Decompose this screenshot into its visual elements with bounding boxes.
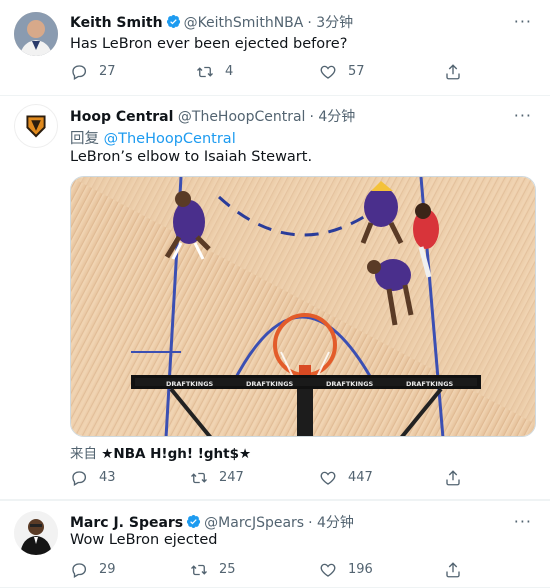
share-icon	[446, 470, 460, 486]
verified-badge-icon	[166, 14, 180, 29]
more-icon[interactable]: ···	[514, 106, 532, 125]
tweet-text: Has LeBron ever been ejected before?	[70, 36, 348, 52]
like-button[interactable]: 57	[319, 63, 365, 81]
display-name[interactable]: Keith Smith	[70, 15, 163, 31]
reply-button[interactable]: 43	[70, 469, 116, 487]
tweet-text: Wow LeBron ejected	[70, 532, 218, 548]
like-count: 447	[348, 470, 373, 485]
timestamp[interactable]: · 3分钟	[307, 15, 353, 31]
timestamp[interactable]: · 4分钟	[309, 109, 355, 125]
retweet-icon	[197, 66, 213, 78]
verified-badge-icon	[187, 514, 201, 529]
avatar-keith-smith[interactable]	[14, 12, 58, 56]
more-icon[interactable]: ···	[514, 512, 532, 531]
tweet-marc-spears[interactable]: Marc J. Spears @MarcJSpears · 4分钟 ··· Wow …	[0, 500, 550, 588]
action-bar: 27 4 57	[70, 63, 480, 83]
avatar-image	[14, 511, 58, 555]
handle[interactable]: @MarcJSpears	[204, 515, 304, 531]
reply-icon	[72, 563, 87, 578]
like-button[interactable]: 196	[319, 561, 373, 579]
display-name[interactable]: Marc J. Spears	[70, 515, 183, 531]
retweet-icon	[191, 472, 207, 484]
tweet-keith-smith[interactable]: Keith Smith @KeithSmithNBA · 3分钟 ··· Has L…	[0, 0, 550, 96]
reply-count: 29	[99, 562, 116, 577]
via-prefix: 来自	[70, 446, 97, 462]
avatar-image	[14, 12, 58, 56]
retweet-button[interactable]: 247	[190, 469, 244, 487]
reply-button[interactable]: 29	[70, 561, 116, 579]
retweet-button[interactable]: 25	[190, 561, 236, 579]
reply-handle-link[interactable]: @TheHoopCentral	[104, 131, 236, 147]
heart-icon	[320, 471, 336, 485]
avatar-marc-spears[interactable]	[14, 511, 58, 555]
basketball-court-image: DRAFTKINGS DRAFTKINGS DRAFTKINGS DRAFTKI…	[71, 177, 535, 436]
tweet-header: Keith Smith @KeithSmithNBA · 3分钟	[70, 12, 353, 32]
handle[interactable]: @KeithSmithNBA	[184, 15, 304, 31]
display-name[interactable]: Hoop Central	[70, 109, 173, 125]
share-icon	[446, 562, 460, 578]
banner-text-4: DRAFTKINGS	[406, 380, 454, 388]
action-bar: 43 247 447	[70, 469, 480, 489]
share-button[interactable]	[444, 469, 473, 487]
like-count: 196	[348, 562, 373, 577]
action-bar: 29 25 196	[70, 561, 480, 581]
banner-text-3: DRAFTKINGS	[326, 380, 374, 388]
heart-icon	[320, 65, 336, 79]
timestamp[interactable]: · 4分钟	[308, 515, 354, 531]
reply-count: 27	[99, 64, 116, 79]
tweet-video-thumbnail[interactable]: DRAFTKINGS DRAFTKINGS DRAFTKINGS DRAFTKI…	[70, 176, 536, 437]
share-icon	[446, 64, 460, 80]
avatar-hoop-central[interactable]	[14, 104, 58, 148]
retweet-count: 25	[219, 562, 236, 577]
banner-text-2: DRAFTKINGS	[246, 380, 294, 388]
reply-count: 43	[99, 470, 116, 485]
reply-icon	[72, 65, 87, 80]
share-button[interactable]	[444, 561, 473, 579]
tweet-text: LeBron’s elbow to Isaiah Stewart.	[70, 149, 313, 165]
via-source-link[interactable]: ★NBA H!gh! !ght$★	[101, 446, 251, 462]
tweet-header: Hoop Central @TheHoopCentral · 4分钟	[70, 106, 355, 126]
reply-icon	[72, 471, 87, 486]
share-button[interactable]	[444, 63, 473, 81]
reply-button[interactable]: 27	[70, 63, 116, 81]
more-icon[interactable]: ···	[514, 12, 532, 31]
video-source: 来自 ★NBA H!gh! !ght$★	[70, 442, 251, 462]
like-button[interactable]: 447	[319, 469, 373, 487]
retweet-button[interactable]: 4	[196, 63, 233, 81]
tweet-header: Marc J. Spears @MarcJSpears · 4分钟	[70, 512, 354, 532]
hoop-central-logo-icon	[15, 105, 57, 147]
like-count: 57	[348, 64, 365, 79]
reply-context: 回复 @TheHoopCentral	[70, 127, 236, 148]
retweet-count: 247	[219, 470, 244, 485]
retweet-count: 4	[225, 64, 234, 79]
handle[interactable]: @TheHoopCentral	[178, 109, 306, 125]
reply-prefix: 回复	[70, 131, 99, 147]
retweet-icon	[191, 564, 207, 576]
heart-icon	[320, 563, 336, 577]
banner-text-1: DRAFTKINGS	[166, 380, 214, 388]
